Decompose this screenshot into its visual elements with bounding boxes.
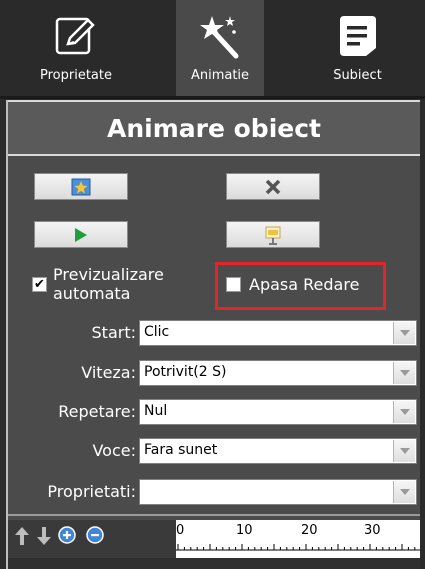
repeat-label: Repetare: <box>58 402 136 421</box>
tab-proprietate[interactable]: Proprietate <box>0 0 152 96</box>
timeline-ruler[interactable]: 0 10 20 30 <box>176 520 420 558</box>
document-icon <box>330 10 386 62</box>
start-value: Clic <box>144 324 170 340</box>
chevron-down-icon[interactable] <box>393 322 415 344</box>
start-label: Start: <box>91 323 136 342</box>
tab-bar: Proprietate Animatie Subiect <box>0 0 425 96</box>
chevron-down-icon[interactable] <box>393 481 415 503</box>
arrow-down-icon[interactable] <box>36 526 52 550</box>
play-button[interactable] <box>34 221 128 248</box>
delete-animation-button[interactable] <box>226 173 320 200</box>
tab-label: Animatie <box>190 68 250 83</box>
tab-label: Subiect <box>333 68 382 83</box>
presentation-icon <box>265 226 281 245</box>
chevron-down-icon[interactable] <box>393 362 415 384</box>
start-select[interactable]: Clic <box>139 320 417 346</box>
arrow-up-icon[interactable] <box>14 526 30 550</box>
tab-subiect[interactable]: Subiect <box>290 0 425 96</box>
speed-select[interactable]: Potrivit(2 S) <box>139 360 417 386</box>
repeat-select[interactable]: Nul <box>139 399 417 425</box>
zoom-out-icon[interactable] <box>86 526 108 552</box>
zoom-in-icon[interactable] <box>58 526 80 552</box>
timeline-track <box>8 558 420 569</box>
checkbox-label-line2: automata <box>53 284 131 303</box>
panel-title: Animare obiect <box>8 100 420 156</box>
checkbox-box[interactable]: ✔ <box>32 277 47 292</box>
chevron-down-icon[interactable] <box>393 440 415 462</box>
ruler-ticks <box>176 544 420 551</box>
checkbox-label-line1: Previzualizare <box>53 265 164 284</box>
checkbox-label: Previzualizare automata <box>53 265 164 303</box>
edit-icon <box>48 10 104 62</box>
chevron-down-icon[interactable] <box>393 401 415 423</box>
tab-label: Proprietate <box>40 68 112 83</box>
divider <box>8 514 420 516</box>
delete-icon <box>265 179 281 194</box>
repeat-value: Nul <box>144 403 168 419</box>
auto-preview-checkbox[interactable]: ✔ Previzualizare automata <box>32 265 164 303</box>
animation-panel: Animare obiect ✔ Previzualizare automata <box>6 100 420 569</box>
magic-wand-icon <box>192 10 248 62</box>
speed-label: Viteza: <box>81 363 136 382</box>
press-play-checkbox[interactable]: Apasa Redare <box>226 277 359 293</box>
timeline: 0 10 20 30 <box>8 520 420 569</box>
add-animation-button[interactable] <box>34 173 128 200</box>
sound-select[interactable]: Fara sunet <box>139 438 417 464</box>
speed-value: Potrivit(2 S) <box>144 364 227 380</box>
play-icon <box>75 227 87 242</box>
sound-label: Voce: <box>92 441 136 460</box>
preview-button[interactable] <box>226 221 320 248</box>
checkbox-box[interactable] <box>226 277 241 292</box>
tab-animatie[interactable]: Animatie <box>176 0 264 96</box>
properties-label: Proprietati: <box>47 482 136 501</box>
divider <box>0 96 425 99</box>
checkbox-label: Apasa Redare <box>249 275 360 294</box>
add-effect-icon <box>71 178 91 195</box>
sound-value: Fara sunet <box>144 442 218 458</box>
properties-select[interactable] <box>139 479 417 505</box>
